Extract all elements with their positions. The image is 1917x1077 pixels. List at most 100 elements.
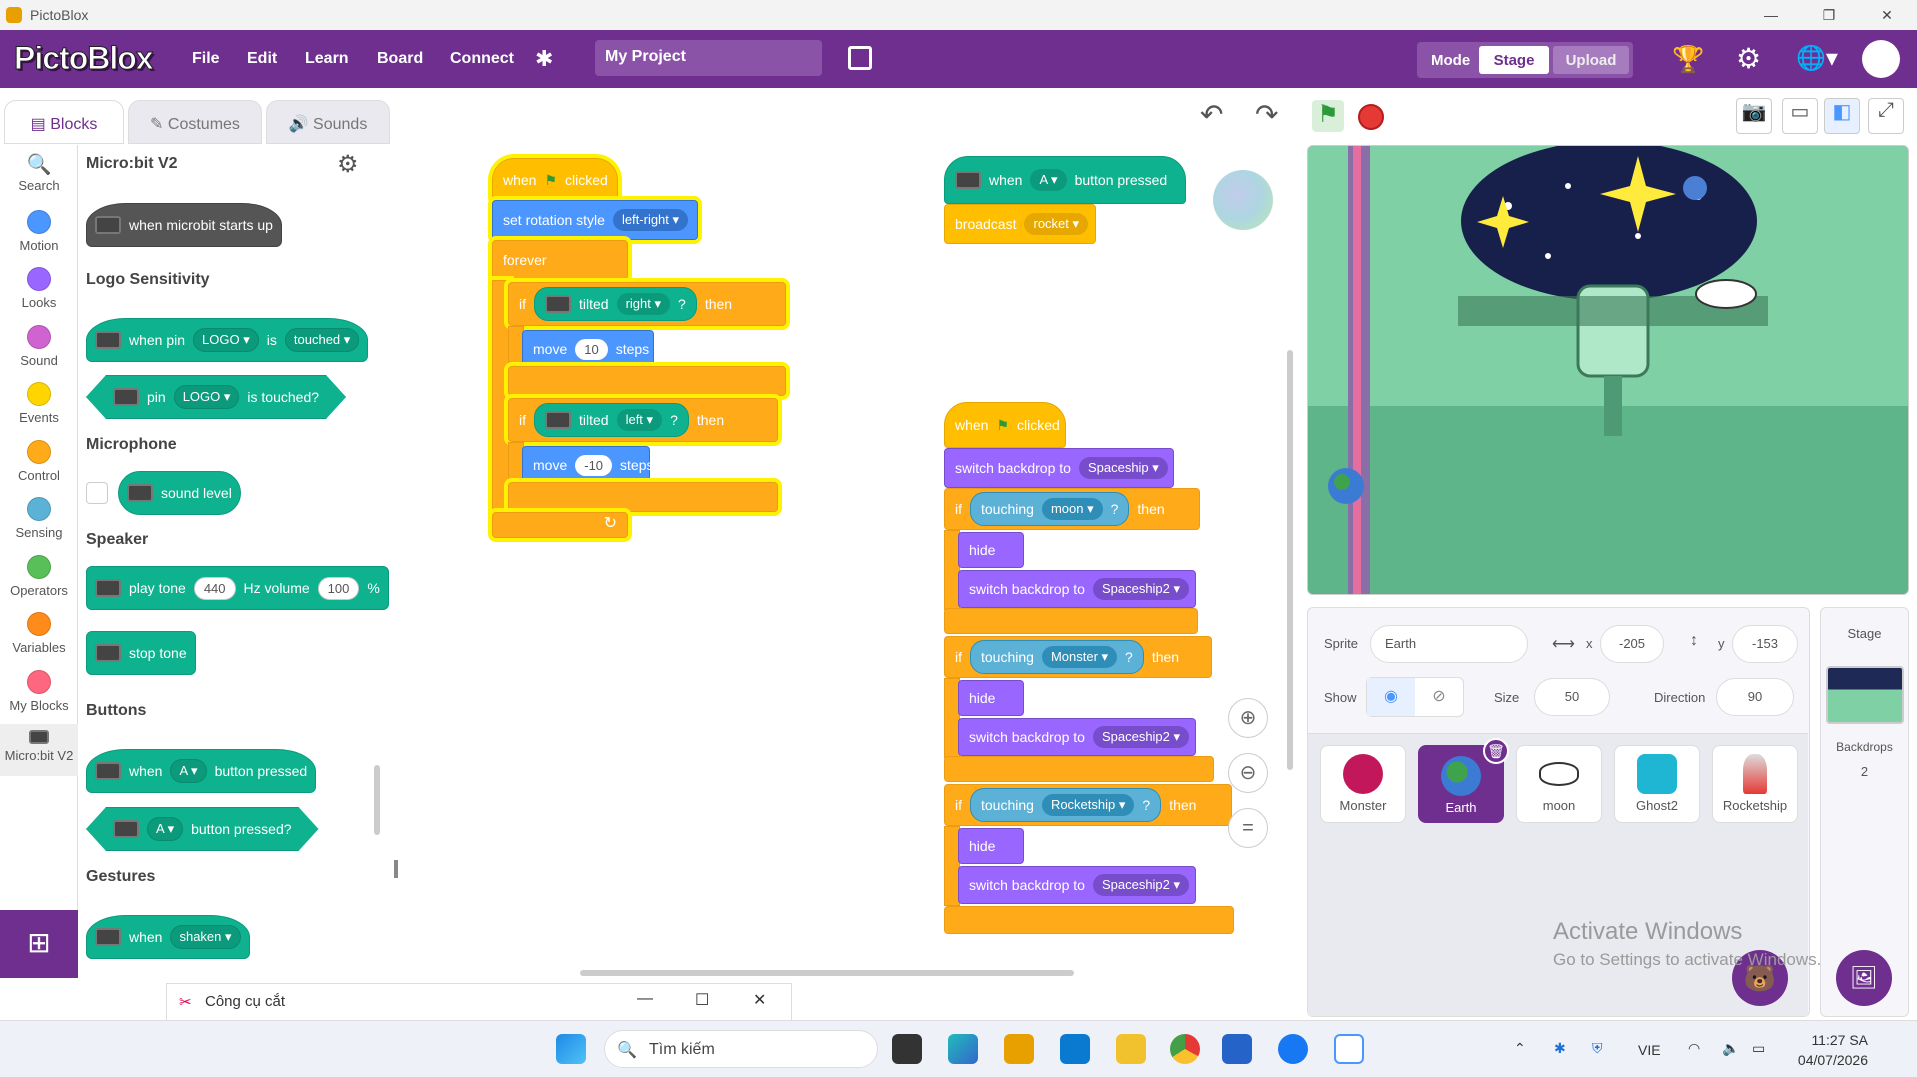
snipping-tool-window[interactable]: ✂ Công cụ cắt — ☐ ✕ xyxy=(166,983,792,1021)
wifi-icon[interactable]: ◠ xyxy=(1688,1040,1700,1057)
camera-icon[interactable]: 📷 xyxy=(1736,98,1772,134)
button-dropdown[interactable]: A xyxy=(147,817,183,841)
workspace-vscrollbar[interactable] xyxy=(1287,350,1293,770)
block-set-rotation-style[interactable]: set rotation style left-right xyxy=(492,200,698,240)
tilted-condition[interactable]: tilted left? xyxy=(534,403,689,437)
block-button-pressed[interactable]: Abutton pressed? xyxy=(86,807,319,851)
state-dropdown[interactable]: touched xyxy=(284,328,360,352)
block-when-microbit-starts[interactable]: when microbit starts up xyxy=(86,203,282,247)
block-switch-backdrop[interactable]: switch backdrop to Spaceship2 xyxy=(958,570,1196,608)
block-switch-backdrop[interactable]: switch backdrop to Spaceship2 xyxy=(958,866,1196,904)
small-stage-icon[interactable]: ▭ xyxy=(1782,98,1818,134)
category-sensing[interactable]: Sensing xyxy=(0,497,78,540)
battery-icon[interactable]: ▭ xyxy=(1752,1040,1765,1057)
category-control[interactable]: Control xyxy=(0,440,78,483)
volume-icon[interactable]: 🔈 xyxy=(1722,1040,1739,1057)
sprite-ghost2[interactable]: Ghost2 xyxy=(1614,745,1700,823)
block-stop-tone[interactable]: stop tone xyxy=(86,631,196,675)
button-dropdown[interactable]: A xyxy=(170,759,207,783)
x-input[interactable]: -205 xyxy=(1600,625,1664,663)
tab-costumes[interactable]: ✎ Costumes xyxy=(128,100,262,144)
snip-minimize-button[interactable]: — xyxy=(637,990,653,1008)
block-if-tilted-left[interactable]: if tilted left? then xyxy=(508,398,778,442)
category-my-blocks[interactable]: My Blocks xyxy=(0,670,78,713)
block-when-button-pressed[interactable]: when Abutton pressed xyxy=(86,749,317,793)
fullscreen-icon[interactable]: ⤢ xyxy=(1868,98,1904,134)
eye-icon[interactable]: ◉ xyxy=(1367,678,1415,716)
direction-dropdown[interactable]: right xyxy=(616,293,671,315)
backdrop-thumbnail[interactable] xyxy=(1826,666,1904,724)
chevron-up-icon[interactable]: ⌃ xyxy=(1514,1040,1526,1057)
green-flag-button[interactable]: ⚑ xyxy=(1312,100,1344,132)
block-hide[interactable]: hide xyxy=(958,828,1024,864)
undo-icon[interactable]: ↶ xyxy=(1200,98,1223,131)
block-when-flag-clicked[interactable]: when ⚑ clicked xyxy=(492,158,618,202)
block-play-tone[interactable]: play tone 440 Hz volume 100% xyxy=(86,566,389,610)
maximize-button[interactable]: ❐ xyxy=(1806,0,1852,30)
size-input[interactable]: 50 xyxy=(1534,678,1610,716)
block-when-pin-touched[interactable]: when pin LOGO is touched xyxy=(86,318,369,362)
category-events[interactable]: Events xyxy=(0,382,78,425)
bluetooth-tray-icon[interactable]: ✱ xyxy=(1554,1040,1566,1057)
gear-icon[interactable]: ⚙ xyxy=(337,150,359,179)
backdrop-dropdown[interactable]: Spaceship2 xyxy=(1092,578,1190,600)
touching-condition[interactable]: touching Monster? xyxy=(970,640,1144,674)
block-forever[interactable]: forever xyxy=(492,240,628,280)
button-dropdown[interactable]: A xyxy=(1030,169,1067,191)
backdrop-dropdown[interactable]: Spaceship xyxy=(1078,457,1168,479)
tab-blocks[interactable]: ▤ Blocks xyxy=(4,100,124,144)
security-tray-icon[interactable]: ⛨ xyxy=(1592,1040,1603,1057)
volume-input[interactable]: 100 xyxy=(317,576,360,600)
stop-button[interactable] xyxy=(1358,104,1384,130)
menu-board[interactable]: Board xyxy=(377,50,423,68)
direction-dropdown[interactable]: left xyxy=(616,409,663,431)
facebook-icon[interactable] xyxy=(1278,1034,1308,1064)
zoom-reset-button[interactable]: = xyxy=(1228,808,1268,848)
block-switch-backdrop[interactable]: switch backdrop to Spaceship xyxy=(944,448,1174,488)
message-dropdown[interactable]: rocket xyxy=(1024,213,1089,235)
menu-learn[interactable]: Learn xyxy=(305,50,349,68)
stage-mode-button[interactable]: Stage xyxy=(1479,46,1549,74)
chrome-icon[interactable] xyxy=(1170,1034,1200,1064)
project-name-input[interactable]: My Project xyxy=(595,40,822,76)
block-hide[interactable]: hide xyxy=(958,680,1024,716)
vscode-icon[interactable] xyxy=(1060,1034,1090,1064)
block-when-flag-clicked[interactable]: when ⚑ clicked xyxy=(944,402,1066,448)
menu-file[interactable]: File xyxy=(192,50,220,68)
avatar[interactable] xyxy=(1862,40,1900,78)
block-when-shaken[interactable]: when shaken xyxy=(86,915,250,959)
block-when-button-pressed[interactable]: when Abutton pressed xyxy=(944,156,1186,204)
language-indicator[interactable]: VIE xyxy=(1638,1042,1661,1058)
touching-dropdown[interactable]: moon xyxy=(1041,498,1103,520)
category-operators[interactable]: Operators xyxy=(0,555,78,598)
globe-icon[interactable]: 🌐▾ xyxy=(1796,44,1838,73)
add-backdrop-button[interactable]: 🖼 xyxy=(1836,950,1892,1006)
y-input[interactable]: -153 xyxy=(1732,625,1798,663)
block-if-touching-rocketship[interactable]: if touching Rocketship? then xyxy=(944,784,1232,826)
sprite-rocketship[interactable]: Rocketship xyxy=(1712,745,1798,823)
menu-connect[interactable]: Connect xyxy=(450,50,514,68)
hz-input[interactable]: 440 xyxy=(193,576,236,600)
minimize-button[interactable]: — xyxy=(1748,0,1794,30)
backdrop-dropdown[interactable]: Spaceship2 xyxy=(1092,874,1190,896)
category-sound[interactable]: Sound xyxy=(0,325,78,368)
zoom-in-button[interactable]: ⊕ xyxy=(1228,698,1268,738)
block-hide[interactable]: hide xyxy=(958,532,1024,568)
sprite-moon[interactable]: moon xyxy=(1516,745,1602,823)
edge-icon[interactable] xyxy=(948,1034,978,1064)
workspace-hscrollbar[interactable] xyxy=(580,970,1074,976)
block-pin-is-touched[interactable]: pin LOGO is touched? xyxy=(86,375,346,419)
touching-condition[interactable]: touching Rocketship? xyxy=(970,788,1162,822)
pin-dropdown[interactable]: LOGO xyxy=(174,385,240,409)
gesture-dropdown[interactable]: shaken xyxy=(170,925,241,949)
steps-input[interactable]: 10 xyxy=(575,338,608,360)
file-explorer-icon[interactable] xyxy=(1116,1034,1146,1064)
bluetooth-icon[interactable]: ✱ xyxy=(535,46,553,72)
delete-sprite-icon[interactable]: 🗑 xyxy=(1483,738,1509,764)
rotation-dropdown[interactable]: left-right xyxy=(612,209,689,231)
stage-canvas[interactable] xyxy=(1307,145,1909,595)
pin-dropdown[interactable]: LOGO xyxy=(193,328,259,352)
store-icon[interactable] xyxy=(1222,1034,1252,1064)
touching-dropdown[interactable]: Rocketship xyxy=(1041,794,1135,816)
block-if-touching-monster[interactable]: if touching Monster? then xyxy=(944,636,1212,678)
